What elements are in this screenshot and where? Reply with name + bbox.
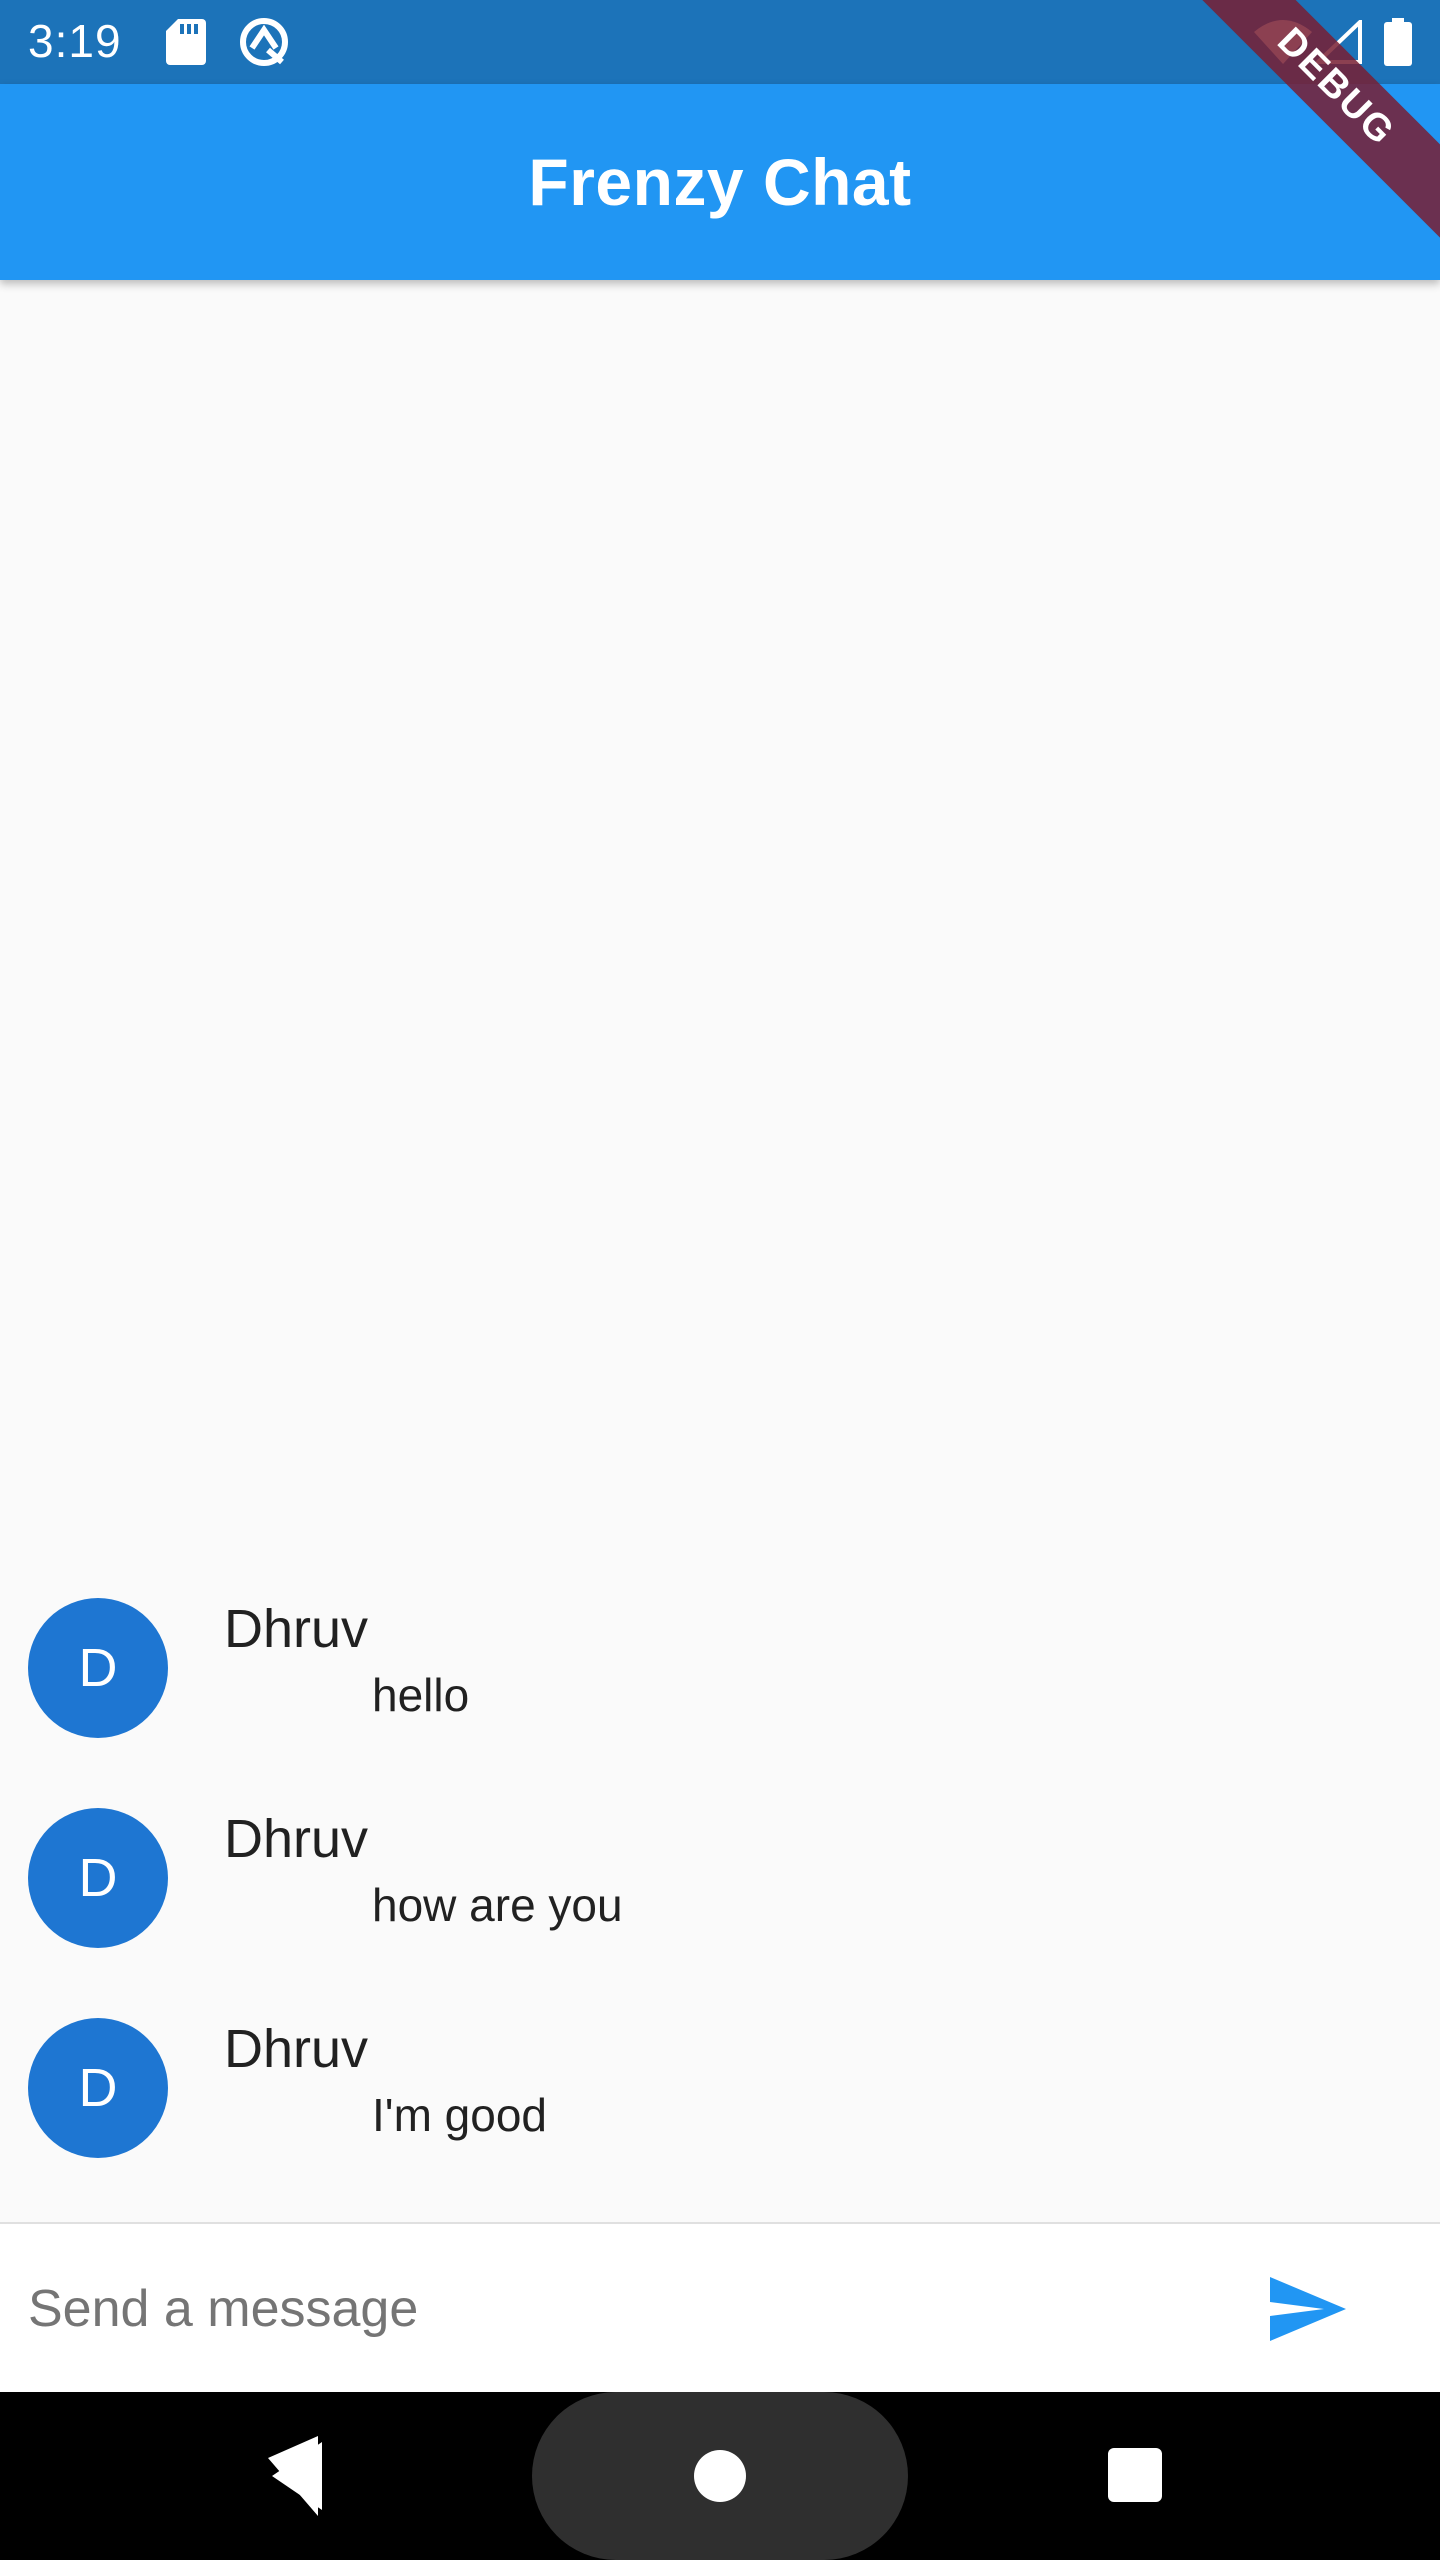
home-icon [694, 2450, 746, 2502]
status-time: 3:19 [28, 15, 122, 67]
message-text: hello [372, 1669, 470, 1721]
battery-icon [1384, 18, 1412, 66]
sd-card-icon [166, 19, 206, 65]
message-item: D Dhruv hello [0, 1580, 1440, 1790]
home-button[interactable] [532, 2392, 908, 2560]
avatar: D [28, 1598, 168, 1738]
system-nav-bar [0, 2392, 1440, 2560]
wifi-icon [1254, 20, 1312, 64]
avatar: D [28, 1808, 168, 1948]
sync-icon [240, 18, 288, 66]
app-title: Frenzy Chat [528, 145, 912, 219]
message-composer [0, 2222, 1440, 2392]
message-text: I'm good [372, 2089, 547, 2141]
message-item: D Dhruv I'm good [0, 2000, 1440, 2210]
message-sender: Dhruv [224, 1809, 369, 1869]
message-sender: Dhruv [224, 1599, 369, 1659]
message-text: how are you [372, 1879, 623, 1931]
app-bar: Frenzy Chat [0, 84, 1440, 280]
back-icon[interactable] [268, 2436, 368, 2516]
message-input[interactable] [28, 2264, 1188, 2354]
status-bar: 3:19 [0, 0, 1440, 84]
send-button[interactable] [1260, 2264, 1356, 2354]
send-icon [1270, 2277, 1346, 2341]
message-sender: Dhruv [224, 2019, 369, 2079]
avatar: D [28, 2018, 168, 2158]
chat-screen: 3:19 Frenzy Chat DEBUG D Dhruv hello D D… [0, 0, 1440, 2560]
message-item: D Dhruv how are you [0, 1790, 1440, 2000]
signal-icon [1316, 20, 1362, 64]
message-list: D Dhruv hello D Dhruv how are you D Dhru… [0, 1580, 1440, 2210]
recents-icon[interactable] [1108, 2448, 1162, 2502]
